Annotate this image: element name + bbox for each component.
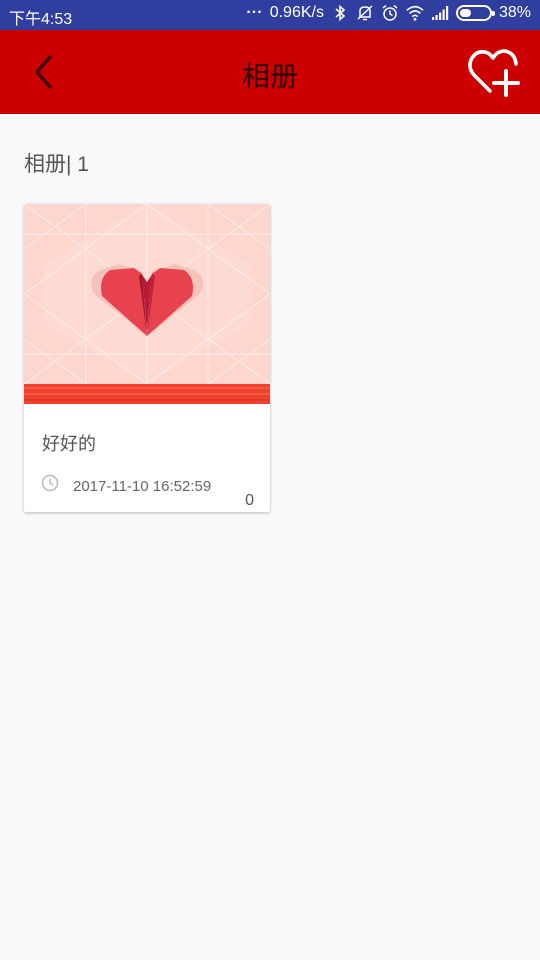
battery-icon — [455, 5, 495, 21]
heart-plus-icon[interactable] — [466, 45, 520, 99]
album-photo-count: 0 — [245, 492, 254, 509]
notification-dots: ... — [246, 0, 263, 17]
clock-icon — [41, 474, 59, 492]
app-bar: 相册 — [0, 30, 540, 114]
album-name: 好好的 — [42, 434, 96, 455]
page-title: 相册 — [241, 60, 298, 93]
battery-level — [459, 9, 471, 17]
bluetooth-icon — [335, 4, 346, 22]
album-date: 2017-11-10 16:52:59 — [73, 478, 212, 495]
album-cover — [24, 204, 270, 404]
wifi-icon — [406, 5, 424, 21]
battery-percent: 38% — [498, 4, 531, 21]
status-right-group: ... 0.96K/s 38% — [246, 0, 531, 22]
status-bar: 下午4:53 ... 0.96K/s 38% — [0, 0, 540, 30]
alarm-icon — [382, 4, 398, 21]
mute-icon — [357, 5, 373, 21]
status-time: 下午4:53 — [9, 11, 73, 28]
album-card[interactable]: 好好的 2017-11-10 16:52:59 0 — [24, 204, 270, 512]
network-speed: 0.96K/s — [269, 4, 324, 21]
album-count: 相册| 1 — [24, 153, 89, 176]
signal-icon — [431, 6, 449, 20]
